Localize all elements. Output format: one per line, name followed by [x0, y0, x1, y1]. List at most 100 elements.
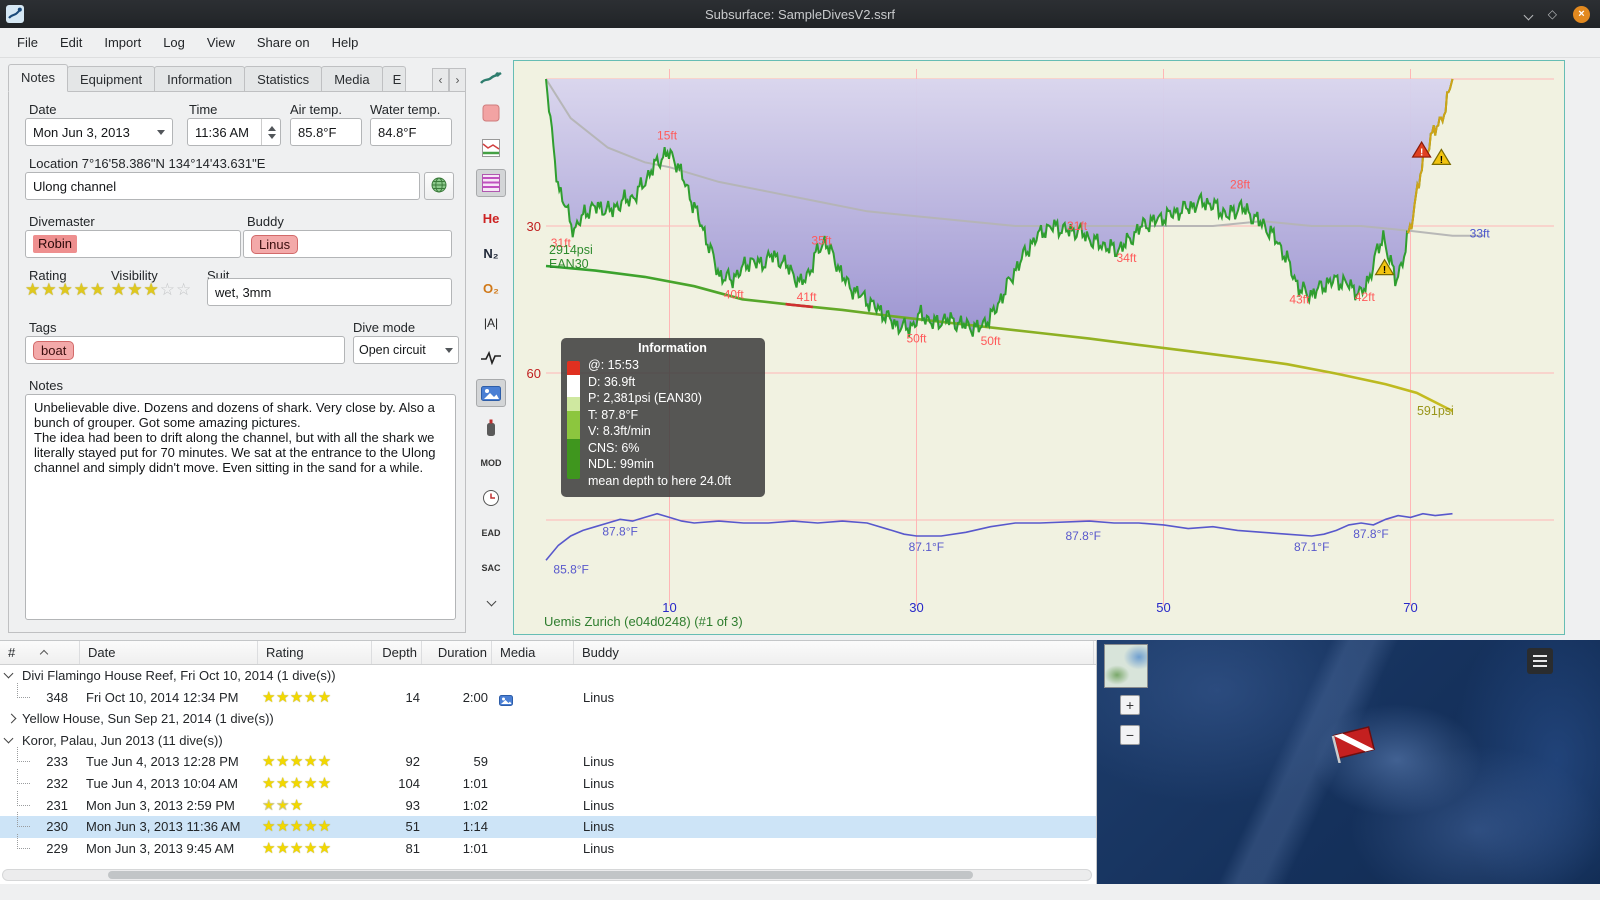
date-combobox[interactable]: Mon Jun 3, 2013 [25, 118, 173, 146]
notes-label: Notes [29, 378, 63, 393]
tab-information[interactable]: Information [154, 66, 246, 92]
dive-profile[interactable]: 30 60 10 30 50 70 31ft 15ft 40ft 41ft 35ft 50ft 50ft… [513, 60, 1565, 635]
tab-scroll-right-icon[interactable]: › [449, 68, 466, 92]
svg-text:34ft: 34ft [1116, 251, 1137, 265]
scuba-diver-icon[interactable] [476, 64, 506, 92]
dive-duration: 1:01 [462, 775, 488, 791]
tab-scroll-left-icon[interactable]: ‹ [432, 68, 449, 92]
app-logo-icon [6, 5, 24, 23]
notes-tab-pane: Date Time Air temp. Water temp. Mon Jun … [8, 91, 466, 633]
menu-edit[interactable]: Edit [49, 28, 93, 57]
air-temp-field[interactable]: 85.8°F [290, 118, 362, 146]
map-menu-button[interactable] [1527, 648, 1553, 674]
svg-text:87.8°F: 87.8°F [602, 524, 637, 538]
trip-row[interactable]: Koror, Palau, Jun 2013 (11 dive(s)) [0, 730, 1096, 752]
column-header-rating[interactable]: Rating [258, 641, 372, 664]
dive-depth: 81 [405, 840, 420, 856]
maximize-button[interactable]: ◇ [1548, 7, 1557, 21]
time-spinbox[interactable]: 11:36 AM [187, 118, 281, 146]
dive-row[interactable]: 230 Mon Jun 3, 2013 11:36 AM ★★★★★ 51 1:14 Li… [0, 812, 1096, 838]
water-temp-field[interactable]: 84.8°F [370, 118, 452, 146]
sac-icon[interactable]: SAC [476, 554, 506, 582]
menu-file[interactable]: File [6, 28, 49, 57]
menu-help[interactable]: Help [321, 28, 370, 57]
column-header-depth[interactable]: Depth [372, 641, 422, 664]
horizontal-scrollbar[interactable] [2, 869, 1092, 881]
tree-branch-line [17, 833, 30, 849]
tab-media[interactable]: Media [321, 66, 383, 92]
title-bar[interactable]: Subsurface: SampleDivesV2.ssrf ◇ × [0, 0, 1600, 28]
ead-icon[interactable]: EAD [476, 519, 506, 547]
dive-row[interactable]: 231 Mon Jun 3, 2013 2:59 PM ★★★ ☆☆ 93 1:02 Lin… [0, 790, 1096, 817]
map-zoom-out-button[interactable]: − [1120, 725, 1140, 745]
close-button[interactable]: × [1573, 5, 1590, 23]
dive-flag-marker[interactable] [1330, 723, 1378, 766]
visibility-stars[interactable]: ★★★☆☆ [111, 280, 192, 300]
column-header-media[interactable]: Media [492, 641, 574, 664]
buddy-input[interactable]: Linus [243, 230, 452, 258]
column-header-num[interactable]: # [0, 641, 80, 664]
map-overview-inset[interactable] [1104, 644, 1148, 688]
date-label: Date [29, 102, 57, 117]
setpoint-icon-label: |A| [483, 316, 499, 330]
chevron-down-icon [157, 129, 165, 135]
expand-icon[interactable] [6, 713, 17, 724]
tab-statistics[interactable]: Statistics [244, 66, 323, 92]
dive-duration: 1:14 [462, 819, 488, 835]
menu-view[interactable]: View [196, 28, 246, 57]
rating-stars[interactable]: ★★★★★ [25, 280, 106, 300]
po2-icon[interactable] [476, 99, 506, 127]
mod-icon[interactable]: MOD [476, 449, 506, 477]
oxygen-icon[interactable]: O₂ [476, 274, 506, 302]
dive-mode-combobox[interactable]: Open circuit [353, 336, 459, 364]
buddy-label: Buddy [247, 214, 284, 229]
warning-event-icon[interactable]: ! [1431, 148, 1452, 166]
dive-row[interactable]: 229 Mon Jun 3, 2013 9:45 AM ★★★★★ 81 1:01 Lin… [0, 833, 1096, 860]
svg-text:85.8°F: 85.8°F [553, 563, 588, 577]
location-input[interactable]: Ulong channel [25, 172, 420, 200]
toolbar-scroll-down-icon[interactable] [476, 589, 506, 617]
heart-rate-icon[interactable] [476, 344, 506, 372]
water-temp-value: 84.8°F [378, 124, 417, 140]
ceiling-icon[interactable] [476, 134, 506, 162]
time-spin-buttons[interactable] [261, 119, 276, 145]
photos-icon[interactable] [476, 379, 506, 407]
tags-input[interactable]: boat [25, 336, 345, 364]
menu-import[interactable]: Import [93, 28, 152, 57]
water-temp-label: Water temp. [370, 102, 441, 117]
tags-label: Tags [29, 320, 57, 335]
minimize-button[interactable] [1523, 7, 1534, 22]
location-label: Location 7°16'58.386"N 134°14'43.631"E [29, 156, 266, 171]
suit-input[interactable]: wet, 3mm [207, 278, 452, 306]
tab-notes[interactable]: Notes [8, 64, 68, 92]
star-filled: ★★★★★ [262, 753, 332, 771]
gas-pressure-icon[interactable] [476, 414, 506, 442]
nitrogen-icon[interactable]: N₂ [476, 239, 506, 267]
dive-row[interactable]: 348 Fri Oct 10, 2014 12:34 PM ★★★★★ 14 2:00 L… [0, 682, 1096, 709]
map-zoom-in-button[interactable]: + [1120, 695, 1140, 715]
column-header-buddy[interactable]: Buddy [574, 641, 1094, 664]
dive-time-icon[interactable] [476, 484, 506, 512]
collapse-icon[interactable] [3, 733, 14, 744]
notes-textarea[interactable]: Unbelievable dive. Dozens and dozens of … [25, 394, 456, 620]
trip-row[interactable]: Divi Flamingo House Reef, Fri Oct 10, 20… [0, 665, 1096, 687]
tab-equipment[interactable]: Equipment [66, 66, 156, 92]
dc-ceiling-icon[interactable] [476, 169, 506, 197]
column-header-date[interactable]: Date [80, 641, 258, 664]
svg-text:50ft: 50ft [906, 332, 927, 346]
heliox-icon[interactable]: He [476, 204, 506, 232]
menu-log[interactable]: Log [152, 28, 196, 57]
scrollbar-handle[interactable] [108, 871, 973, 879]
menu-share-on[interactable]: Share on [246, 28, 321, 57]
trip-row[interactable]: Yellow House, Sun Sep 21, 2014 (1 dive(s… [0, 708, 1096, 730]
dive-row[interactable]: 232 Tue Jun 4, 2013 10:04 AM ★★★★★ 104 1:01 L… [0, 768, 1096, 795]
column-header-duration[interactable]: Duration [422, 641, 492, 664]
tree-branch-line [17, 812, 30, 828]
map-globe-button[interactable] [424, 172, 454, 200]
collapse-icon[interactable] [3, 668, 14, 679]
dive-site-map[interactable]: + − [1097, 640, 1600, 884]
dive-row[interactable]: 233 Tue Jun 4, 2013 12:28 PM ★★★★★ 92 59 Linu… [0, 747, 1096, 773]
setpoint-icon[interactable]: |A| [476, 309, 506, 337]
tab-e[interactable]: E [381, 66, 406, 92]
divemaster-input[interactable]: Robin [25, 230, 241, 258]
